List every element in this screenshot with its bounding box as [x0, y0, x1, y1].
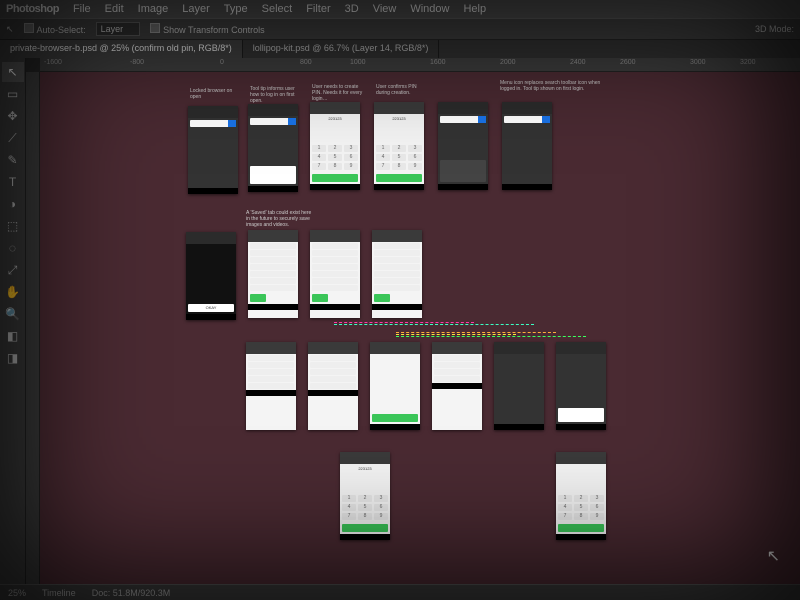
menu-image[interactable]: Image	[138, 3, 169, 15]
menu-select[interactable]: Select	[262, 3, 293, 15]
artboard-r3-6[interactable]	[556, 342, 606, 430]
auto-select-label: Auto-Select:	[37, 25, 86, 35]
app-name: Photoshop	[6, 3, 59, 15]
brush-tool[interactable]: ✎	[2, 150, 24, 170]
timeline-label[interactable]: Timeline	[42, 588, 76, 598]
artboard-create-pin[interactable]: 223123 123456789	[310, 102, 360, 190]
pin-display-confirm: 223123	[374, 114, 424, 143]
crop-tool[interactable]: ⟋	[2, 128, 24, 148]
ruler-mark: 1600	[430, 59, 446, 66]
caption-confirm-pin: User confirms PIN during creation.	[376, 84, 430, 96]
mode-label: 3D Mode:	[755, 24, 794, 34]
ruler-horizontal: -1600 -800 0 800 1000 1600 2000 2400 260…	[40, 58, 800, 72]
artboard-confirm-pin-2[interactable]: 123456789	[556, 452, 606, 540]
menu-layer[interactable]: Layer	[182, 3, 210, 15]
artboard-menu-open[interactable]	[502, 102, 552, 190]
ellipse-tool[interactable]: ◌	[2, 238, 24, 258]
zoom-tool[interactable]: 🔍	[2, 304, 24, 324]
artboard-locked[interactable]	[188, 106, 238, 194]
artboard-r3-1[interactable]	[246, 342, 296, 430]
workspace: ↖ ▭ ✥ ⟋ ✎ T ◑ ⬚ ◌ ⤢ ✋ 🔍 ◧ ◨ -1600 -800 0…	[0, 58, 800, 584]
connector-teal	[334, 324, 534, 325]
marquee-tool[interactable]: ▭	[2, 84, 24, 104]
ruler-mark: 800	[300, 59, 312, 66]
canvas[interactable]: Locked browser on open Tool tip informs …	[40, 72, 800, 584]
move-tool[interactable]: ↖	[2, 62, 24, 82]
menu-type[interactable]: Type	[224, 3, 248, 15]
menubar: Photoshop File Edit Image Layer Type Sel…	[0, 0, 800, 18]
type-tool[interactable]: T	[2, 172, 24, 192]
connector-orange	[396, 332, 556, 333]
artboard-list-2[interactable]	[310, 230, 360, 318]
connector-pink	[334, 322, 474, 323]
fg-color-swatch[interactable]: ◧	[2, 326, 24, 346]
hand-tool[interactable]: ✋	[2, 282, 24, 302]
artboard-r3-5[interactable]	[494, 342, 544, 430]
artboard-list-1[interactable]	[248, 230, 298, 318]
zoom-level[interactable]: 25%	[8, 588, 26, 598]
lasso-tool[interactable]: ✥	[2, 106, 24, 126]
options-bar: ↖ Auto-Select: Layer Show Transform Cont…	[0, 18, 800, 40]
menu-window[interactable]: Window	[410, 3, 449, 15]
menu-help[interactable]: Help	[463, 3, 486, 15]
artboard-r3-3[interactable]	[370, 342, 420, 430]
connector-yellow	[396, 334, 516, 335]
shape-tool[interactable]: ⬚	[2, 216, 24, 236]
document-tabs: private-browser-b.psd @ 25% (confirm old…	[0, 40, 800, 58]
caption-locked: Locked browser on open	[190, 88, 244, 100]
caption-create-pin: User needs to create PIN. Needs it for e…	[312, 84, 366, 102]
dodge-tool[interactable]: ◑	[2, 194, 24, 214]
path-tool[interactable]: ⤢	[2, 260, 24, 280]
artboard-r3-4[interactable]	[432, 342, 482, 430]
transform-checkbox[interactable]	[150, 23, 160, 33]
transform-label: Show Transform Controls	[163, 25, 265, 35]
artboard-empty-dark[interactable]: OKAY	[186, 232, 236, 320]
ruler-mark: 2000	[500, 59, 516, 66]
auto-select-dropdown[interactable]: Layer	[96, 22, 141, 36]
caption-tooltip: Tool tip informs user how to log in on f…	[250, 86, 304, 104]
artboard-tooltip[interactable]	[248, 104, 298, 192]
artboard-enter-pin[interactable]: 223123 123456789	[340, 452, 390, 540]
doc-size: Doc: 51.8M/920.3M	[92, 588, 171, 598]
bg-color-swatch[interactable]: ◨	[2, 348, 24, 368]
menu-filter[interactable]: Filter	[306, 3, 330, 15]
artboard-list-3[interactable]	[372, 230, 422, 318]
connector-green	[396, 336, 586, 337]
ruler-mark: 1000	[350, 59, 366, 66]
toolbox: ↖ ▭ ✥ ⟋ ✎ T ◑ ⬚ ◌ ⤢ ✋ 🔍 ◧ ◨	[0, 58, 26, 584]
menu-file[interactable]: File	[73, 3, 91, 15]
caption-menu-icon: Menu icon replaces search toolbar icon w…	[500, 80, 610, 92]
pin-display: 223123	[310, 114, 360, 143]
artboard-r3-2[interactable]	[308, 342, 358, 430]
pin-display-enter: 223123	[340, 464, 390, 493]
tab-lollipop-kit[interactable]: lollipop-kit.psd @ 66.7% (Layer 14, RGB/…	[243, 40, 440, 58]
ruler-mark: -800	[130, 59, 144, 66]
ruler-mark: -1600	[44, 59, 62, 66]
ruler-mark: 2400	[570, 59, 586, 66]
menu-3d[interactable]: 3D	[345, 3, 359, 15]
ruler-mark: 0	[220, 59, 224, 66]
canvas-wrap: -1600 -800 0 800 1000 1600 2000 2400 260…	[26, 58, 800, 584]
auto-select-checkbox[interactable]	[24, 23, 34, 33]
tab-private-browser[interactable]: private-browser-b.psd @ 25% (confirm old…	[0, 40, 243, 58]
ruler-vertical	[26, 72, 40, 584]
artboard-search[interactable]	[438, 102, 488, 190]
move-tool-icon: ↖	[6, 24, 14, 35]
menu-view[interactable]: View	[373, 3, 397, 15]
ruler-mark: 2600	[620, 59, 636, 66]
artboard-confirm-pin[interactable]: 223123 123456789	[374, 102, 424, 190]
ruler-mark: 3200	[740, 59, 756, 66]
caption-saved-tab: A 'Saved' tab could exist here in the fu…	[246, 210, 314, 228]
status-bar: 25% Timeline Doc: 51.8M/920.3M	[0, 584, 800, 600]
menu-edit[interactable]: Edit	[105, 3, 124, 15]
ruler-mark: 3000	[690, 59, 706, 66]
